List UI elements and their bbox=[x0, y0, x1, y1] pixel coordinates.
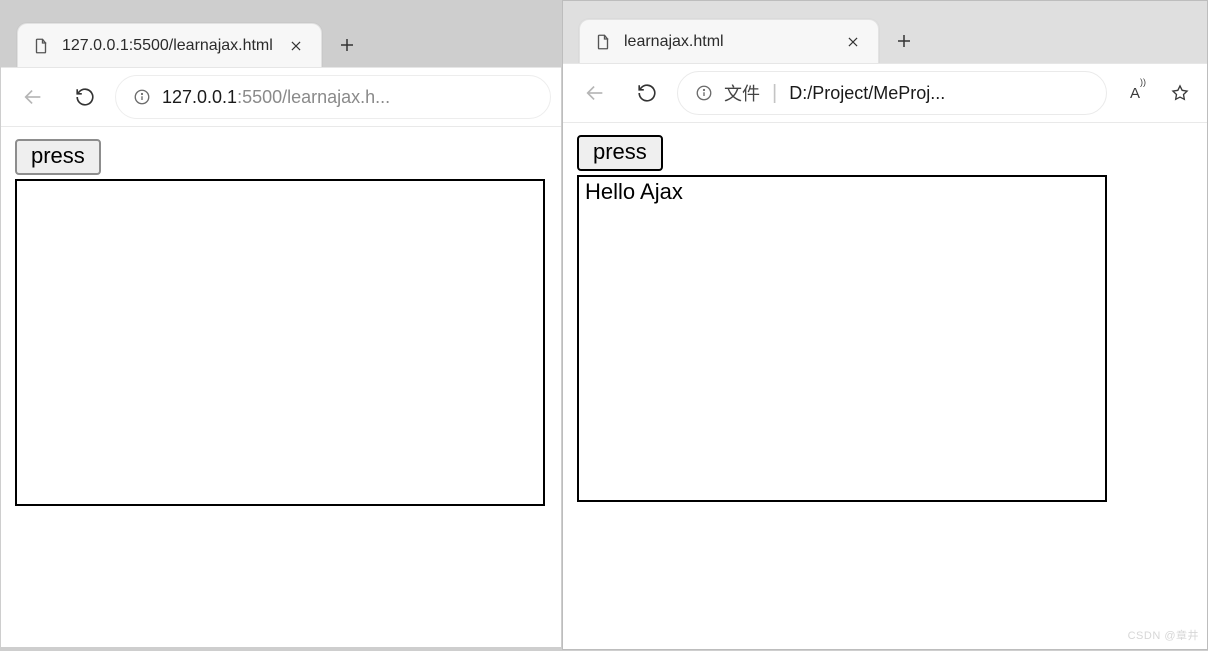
browser-window-right: learnajax.html 文件 | D:/Project/MeProj...… bbox=[562, 0, 1208, 650]
address-bar[interactable]: 文件 | D:/Project/MeProj... bbox=[677, 71, 1107, 115]
url-text: 127.0.0.1:5500/learnajax.h... bbox=[162, 87, 540, 108]
site-info-icon[interactable] bbox=[132, 87, 152, 107]
page-icon bbox=[32, 37, 50, 55]
read-aloud-button[interactable]: A)) bbox=[1121, 76, 1155, 110]
page-content: press bbox=[1, 127, 561, 647]
result-box bbox=[15, 179, 545, 506]
address-bar[interactable]: 127.0.0.1:5500/learnajax.h... bbox=[115, 75, 551, 119]
back-button[interactable] bbox=[11, 75, 55, 119]
press-button[interactable]: press bbox=[15, 139, 101, 175]
refresh-button[interactable] bbox=[625, 71, 669, 115]
tab-close-button[interactable] bbox=[285, 35, 307, 57]
toolbar: 127.0.0.1:5500/learnajax.h... bbox=[1, 67, 561, 127]
url-text: D:/Project/MeProj... bbox=[789, 83, 1096, 104]
toolbar: 文件 | D:/Project/MeProj... A)) bbox=[563, 63, 1207, 123]
new-tab-button[interactable] bbox=[326, 24, 368, 66]
page-icon bbox=[594, 33, 612, 51]
tab-close-button[interactable] bbox=[842, 31, 864, 53]
favorites-button[interactable] bbox=[1163, 76, 1197, 110]
browser-window-left: 127.0.0.1:5500/learnajax.html 127.0.0.1:… bbox=[0, 4, 562, 648]
tab-strip: 127.0.0.1:5500/learnajax.html bbox=[1, 5, 561, 67]
result-box: Hello Ajax bbox=[577, 175, 1107, 502]
press-button[interactable]: press bbox=[577, 135, 663, 171]
browser-tab[interactable]: 127.0.0.1:5500/learnajax.html bbox=[17, 23, 322, 67]
tab-title: 127.0.0.1:5500/learnajax.html bbox=[62, 37, 273, 55]
file-scheme-label: 文件 bbox=[724, 80, 760, 106]
tab-strip: learnajax.html bbox=[563, 1, 1207, 63]
tab-title: learnajax.html bbox=[624, 33, 830, 51]
browser-tab[interactable]: learnajax.html bbox=[579, 19, 879, 63]
toolbar-actions: A)) bbox=[1115, 76, 1197, 110]
watermark-text: CSDN @章井 bbox=[1128, 627, 1199, 643]
back-button[interactable] bbox=[573, 71, 617, 115]
refresh-button[interactable] bbox=[63, 75, 107, 119]
page-content: press Hello Ajax CSDN @章井 bbox=[563, 123, 1207, 649]
new-tab-button[interactable] bbox=[883, 20, 925, 62]
site-info-icon[interactable] bbox=[694, 83, 714, 103]
separator-icon: | bbox=[770, 82, 779, 105]
